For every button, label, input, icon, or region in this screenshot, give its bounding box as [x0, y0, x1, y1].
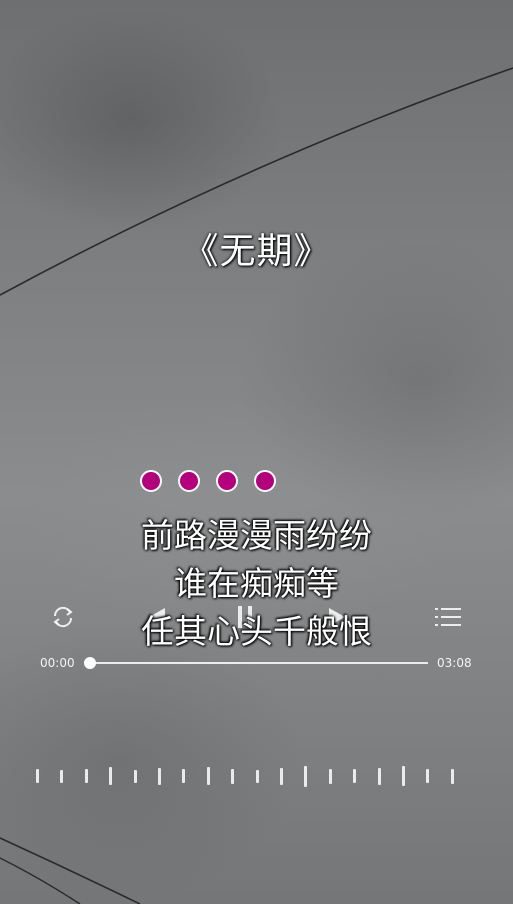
- countdown-dot: [140, 470, 162, 492]
- visualizer-bar: [109, 767, 112, 785]
- visualizer-bar: [134, 770, 137, 783]
- countdown-dots: [140, 470, 276, 492]
- visualizer-bar: [85, 769, 88, 783]
- visualizer-bar: [402, 766, 405, 786]
- visualizer-bar: [304, 766, 307, 787]
- visualizer-bar: [231, 769, 234, 784]
- visualizer-bar: [182, 769, 185, 783]
- visualizer-bar: [378, 768, 381, 785]
- countdown-dot: [254, 470, 276, 492]
- visualizer-bar: [353, 769, 356, 783]
- visualizer-bar: [280, 768, 283, 785]
- total-time: 03:08: [437, 656, 472, 670]
- progress-knob[interactable]: [84, 657, 96, 669]
- countdown-dot: [178, 470, 200, 492]
- visualizer-bar: [36, 769, 39, 783]
- visualizer-bar: [60, 770, 63, 783]
- visualizer-bar: [256, 770, 259, 783]
- current-time: 00:00: [40, 656, 75, 670]
- audio-visualizer: [36, 755, 476, 795]
- countdown-dot: [216, 470, 238, 492]
- song-title: 《无期》: [182, 231, 331, 272]
- visualizer-bar: [207, 767, 210, 785]
- visualizer-bar: [158, 768, 161, 785]
- lyric-line: 谁在痴痴等: [174, 564, 339, 603]
- visualizer-bar: [426, 769, 429, 783]
- visualizer-bar: [451, 769, 454, 784]
- lyrics: 前路漫漫雨纷纷 谁在痴痴等 任其心头千般恨: [0, 512, 513, 656]
- lyric-line: 前路漫漫雨纷纷: [141, 516, 372, 555]
- progress-track[interactable]: [88, 662, 428, 664]
- lyric-line: 任其心头千般恨: [141, 612, 372, 651]
- visualizer-bar: [329, 769, 332, 784]
